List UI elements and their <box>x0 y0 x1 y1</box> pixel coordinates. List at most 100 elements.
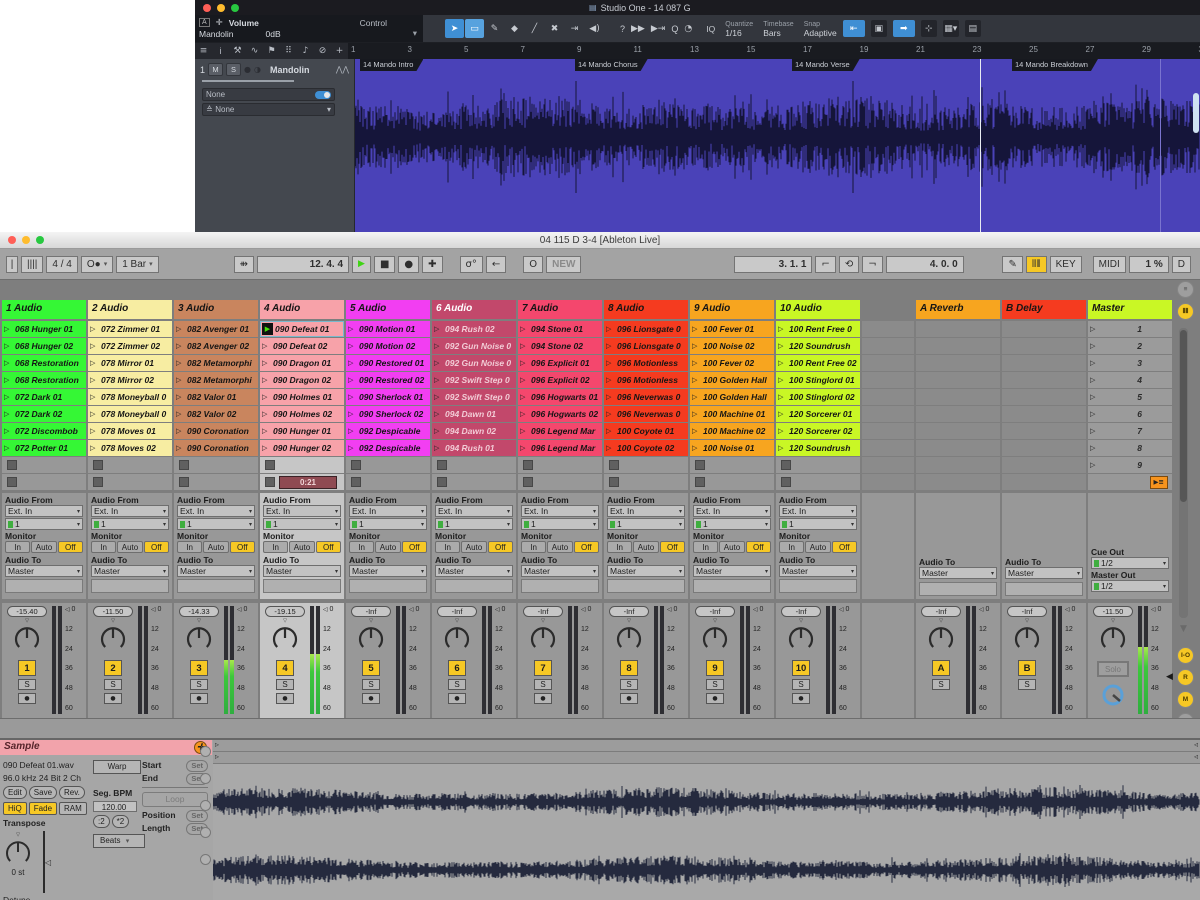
zoom-q-icon[interactable]: Q <box>671 24 678 34</box>
loop-brace[interactable]: ▹◃ <box>213 752 1200 764</box>
clip-play-icon[interactable]: ▷ <box>520 376 531 384</box>
monitor-off-button[interactable]: Off <box>746 541 771 553</box>
solo-button[interactable]: S <box>448 679 466 690</box>
clip[interactable]: ▷096 Legend Mar <box>518 440 602 456</box>
clip-play-icon[interactable]: ▷ <box>176 410 187 418</box>
clip-play-icon[interactable]: ▷ <box>90 325 101 333</box>
clip[interactable]: ▷100 Golden Hall <box>690 372 774 388</box>
clip-stop-button[interactable] <box>265 460 275 470</box>
track-header[interactable]: 1 Audio <box>2 300 86 319</box>
clip[interactable]: ▷068 Restoration <box>2 372 86 388</box>
clip-stop-button[interactable] <box>179 460 189 470</box>
clip[interactable]: ▷078 Moneyball 0 <box>88 389 172 405</box>
clip[interactable]: ▷068 Hunger 02 <box>2 338 86 354</box>
clip[interactable]: ▷090 Hunger 01 <box>260 423 344 439</box>
clip[interactable]: ▷078 Moneyball 0 <box>88 406 172 422</box>
timebase-select[interactable]: Timebase Bars <box>763 20 793 38</box>
track-delay-field[interactable] <box>779 579 857 593</box>
scene-play-icon[interactable]: ▷ <box>1090 376 1101 384</box>
input-channel-select[interactable]: 1▾ <box>607 518 685 530</box>
hiq-button[interactable]: HiQ <box>3 802 27 815</box>
send-select[interactable]: ≙ None ▾ <box>202 103 335 116</box>
show-io-button[interactable]: I-O <box>1177 647 1194 664</box>
clip[interactable]: ▷090 Coronation <box>174 423 258 439</box>
scene-play-icon[interactable]: ▷ <box>1090 444 1101 452</box>
clip-stop-slot[interactable] <box>2 457 86 473</box>
track-activator-button[interactable]: 9 <box>706 660 724 676</box>
auto-mode-icon[interactable]: A <box>199 18 210 27</box>
clip-play-icon[interactable]: ▷ <box>520 427 531 435</box>
monitor-auto-button[interactable]: Auto <box>547 541 572 553</box>
monitor-off-button[interactable]: Off <box>316 541 341 553</box>
solo-button[interactable]: S <box>276 679 294 690</box>
scene-slot[interactable]: ▷6 <box>1088 406 1172 422</box>
clip-stop-slot[interactable]: ▶≡ <box>1088 474 1172 490</box>
play-marker-icon[interactable]: ▶⇥ <box>651 24 665 34</box>
clip-stop-button[interactable] <box>781 477 791 487</box>
clip[interactable]: ▷082 Avenger 01 <box>174 321 258 337</box>
audio-from-select[interactable]: Ext. In▾ <box>263 505 341 517</box>
monitor-in-button[interactable]: In <box>693 541 718 553</box>
clip-play-icon[interactable]: ▷ <box>348 342 359 350</box>
clip-slot-empty[interactable] <box>1002 338 1086 354</box>
clip[interactable]: ▷094 Rush 02 <box>432 321 516 337</box>
clip-stop-slot[interactable] <box>432 457 516 473</box>
time-signature[interactable]: 4 / 4 <box>46 256 77 273</box>
clip-play-icon[interactable]: ▷ <box>262 410 273 418</box>
clip[interactable]: ▷100 Stinglord 02 <box>776 389 860 405</box>
pan-knob[interactable]: ▽ <box>615 617 643 657</box>
clip-play-icon[interactable]: ▷ <box>4 342 15 350</box>
monitor-auto-button[interactable]: Auto <box>289 541 314 553</box>
clip-play-icon[interactable]: ▷ <box>434 359 445 367</box>
scroll-down-icon[interactable]: ▼ <box>1180 624 1187 634</box>
clip-play-icon[interactable]: ▷ <box>778 359 789 367</box>
back-to-arrangement-button[interactable]: ← <box>486 256 506 273</box>
pan-knob[interactable]: ▽ <box>701 617 729 657</box>
clip-stop-button[interactable] <box>437 460 447 470</box>
clip-stop-button[interactable] <box>351 460 361 470</box>
audio-from-select[interactable]: Ext. In▾ <box>177 505 255 517</box>
metronome-button[interactable]: O●▾ <box>81 256 113 273</box>
clip-stop-button[interactable] <box>609 477 619 487</box>
track-delay-field[interactable] <box>263 579 341 593</box>
automation-inspector[interactable]: A ✛ Volume Control Mandolin 0dB ▾ <box>195 15 423 42</box>
volume-display[interactable]: -Inf <box>695 606 735 617</box>
scene-slot[interactable]: ▷4 <box>1088 372 1172 388</box>
automation-value[interactable]: 0dB <box>266 29 281 39</box>
clip-slot-empty[interactable] <box>862 474 914 490</box>
clip[interactable]: ▷082 Metamorphi <box>174 355 258 371</box>
clip[interactable]: ▷092 Despicable <box>346 440 430 456</box>
session-record-button[interactable]: O <box>523 256 543 273</box>
clip-play-icon[interactable]: ▷ <box>778 376 789 384</box>
arrange-scrollbar[interactable] <box>1193 93 1199 133</box>
clip[interactable]: ▷100 Coyote 01 <box>604 423 688 439</box>
clip-play-icon[interactable]: ▷ <box>4 325 15 333</box>
grid-settings-icon[interactable]: ▦▾ <box>943 20 959 37</box>
insert-select[interactable]: None <box>202 88 335 101</box>
pan-knob[interactable]: ▽ <box>787 617 815 657</box>
track-header[interactable]: 4 Audio <box>260 300 344 319</box>
scene-slot[interactable]: ▷2 <box>1088 338 1172 354</box>
monitor-off-button[interactable]: Off <box>832 541 857 553</box>
reverse-button[interactable]: Rev. <box>59 786 85 799</box>
wrench-icon[interactable]: ⚒ <box>229 46 246 56</box>
monitor-in-button[interactable]: In <box>91 541 116 553</box>
clip-slot-empty[interactable] <box>1002 440 1086 456</box>
clip-play-icon[interactable]: ▷ <box>606 427 617 435</box>
traffic-lights[interactable] <box>203 4 239 12</box>
audio-to-select[interactable]: Master▾ <box>435 565 513 577</box>
clip-stop-slot[interactable] <box>690 474 774 490</box>
snap-select[interactable]: Snap Adaptive <box>804 20 837 38</box>
monitor-auto-button[interactable]: Auto <box>633 541 658 553</box>
clip[interactable]: ▷100 Machine 02 <box>690 423 774 439</box>
scene-slot[interactable]: ▷3 <box>1088 355 1172 371</box>
track-header[interactable]: 9 Audio <box>690 300 774 319</box>
zoom-icon[interactable] <box>231 4 239 12</box>
tap-tempo-button[interactable]: |||| <box>21 256 43 273</box>
clip-play-icon[interactable]: ▷ <box>778 342 789 350</box>
clip[interactable]: ▷090 Motion 01 <box>346 321 430 337</box>
clip[interactable]: ▷090 Dragon 02 <box>260 372 344 388</box>
track-activator-button[interactable]: 5 <box>362 660 380 676</box>
clip-play-icon[interactable]: ▷ <box>692 393 703 401</box>
clip-play-icon[interactable]: ▷ <box>692 359 703 367</box>
